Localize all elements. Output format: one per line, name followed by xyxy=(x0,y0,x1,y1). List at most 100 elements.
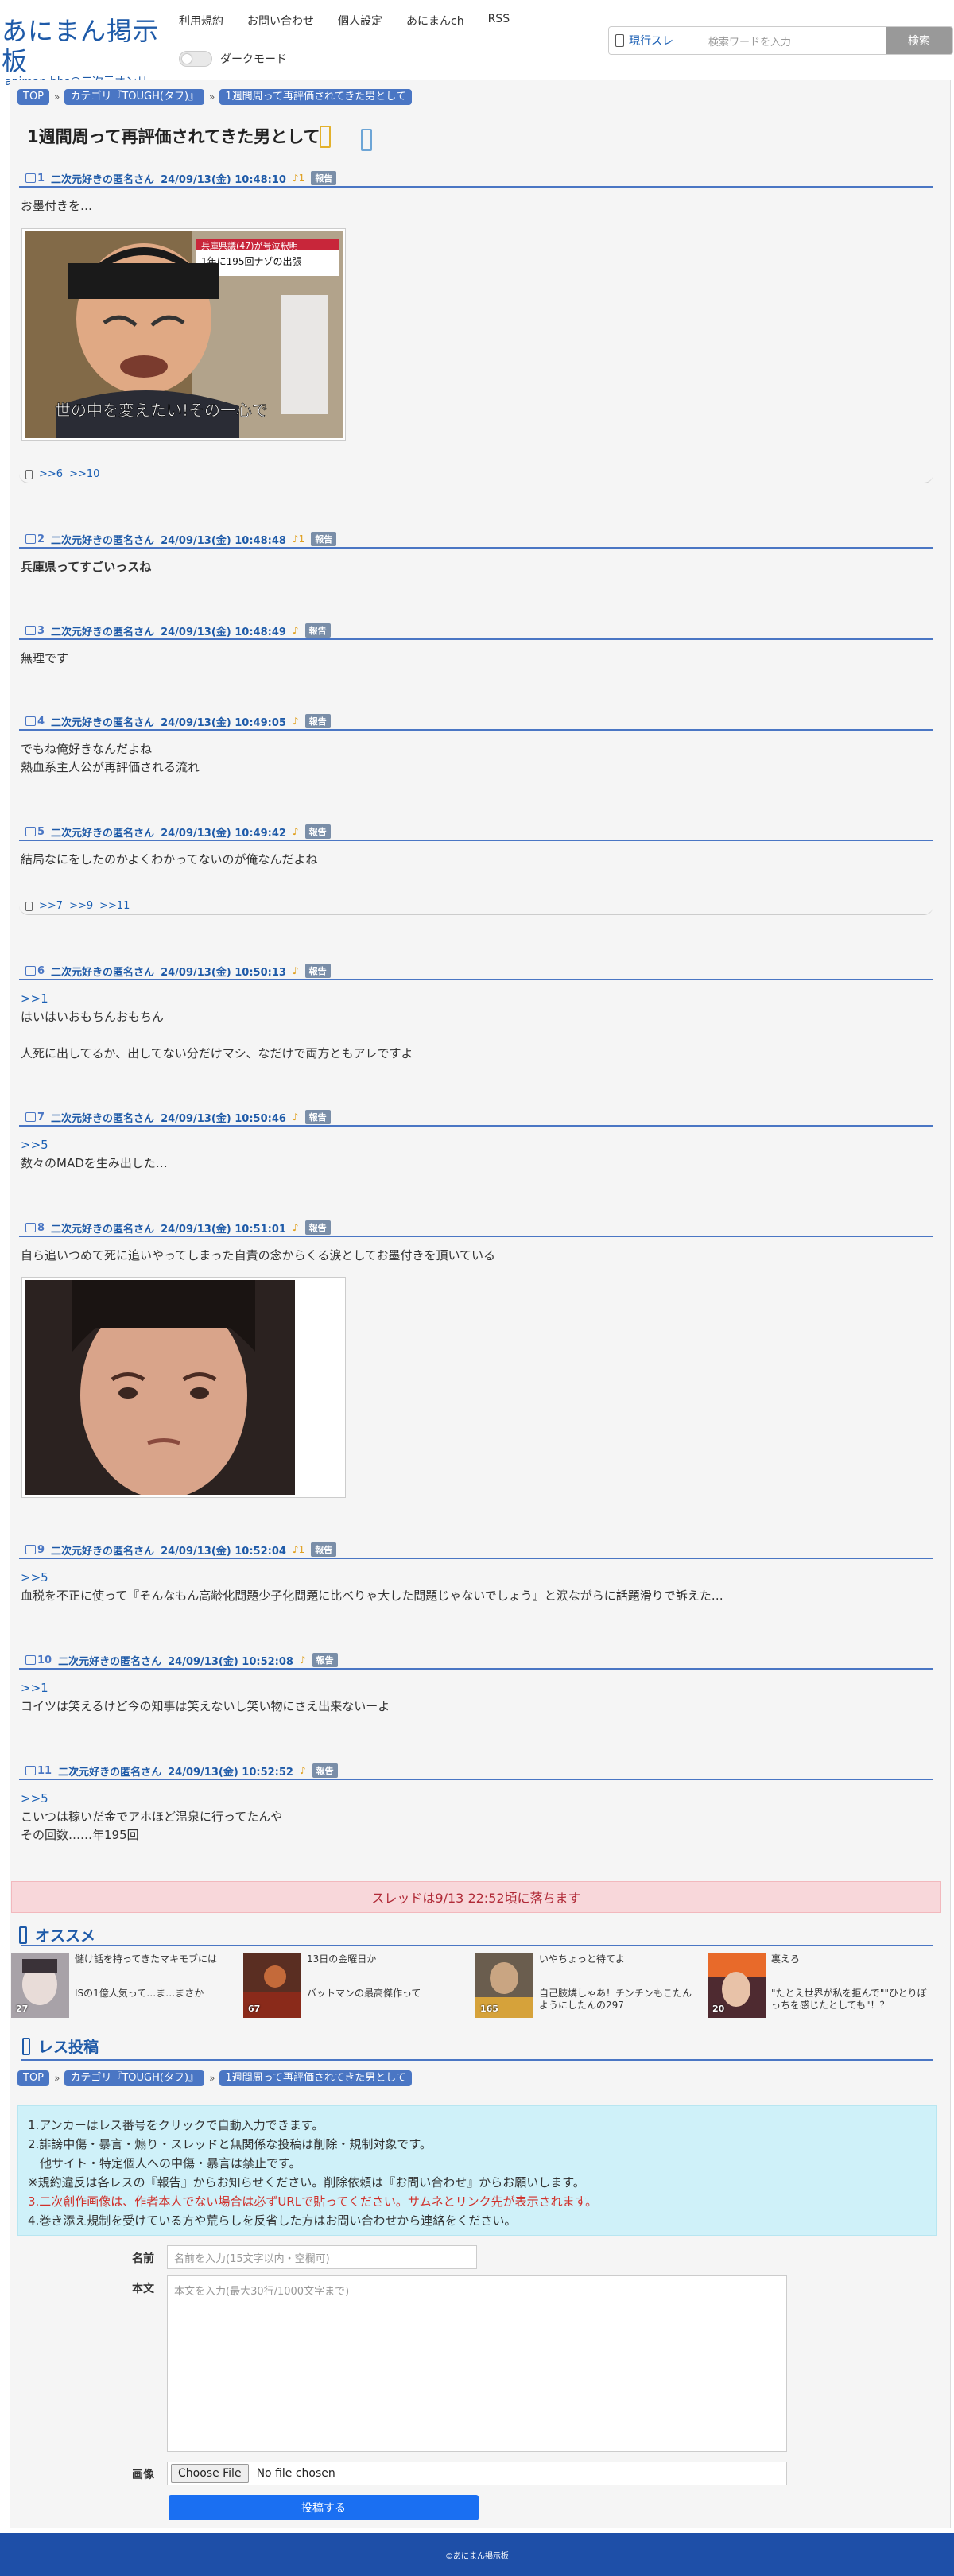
report-button[interactable]: 報告 xyxy=(304,824,331,839)
post-number[interactable]: 6 xyxy=(37,965,45,977)
recommended-title: オススメ xyxy=(35,1927,96,1945)
darkmode-switch[interactable]: ダークモード xyxy=(179,51,287,67)
good-count[interactable]: ♪ xyxy=(293,625,299,636)
report-button[interactable]: 報告 xyxy=(311,532,337,546)
post-number[interactable]: 7 xyxy=(37,1111,45,1123)
site-footer: ©あにまん掲示板 xyxy=(0,2533,954,2576)
nav-animanch[interactable]: あにまんch xyxy=(406,13,464,29)
report-button[interactable]: 報告 xyxy=(304,714,331,728)
recommended-title[interactable]: いやちょっと待てよ xyxy=(539,1953,698,1965)
post-10: 10 二次元好きの匿名さん 24/09/13(金) 10:52:08 ♪ 報告 … xyxy=(19,1652,933,1716)
recommended-title[interactable]: 13日の金曜日か xyxy=(307,1953,466,1965)
post-header: 6 二次元好きの匿名さん 24/09/13(金) 10:50:13 ♪ 報告 xyxy=(19,963,933,980)
search-input[interactable]: 検索ワードを入力 xyxy=(700,27,886,54)
post-number[interactable]: 1 xyxy=(37,173,45,184)
recommended-thumbnail[interactable]: 165 xyxy=(475,1953,533,2018)
report-button[interactable]: 報告 xyxy=(304,1220,331,1235)
report-button[interactable]: 報告 xyxy=(311,171,337,185)
recommended-desc[interactable]: 自己肢燐しゃあ！チンチンもこたんようにしたんの297 xyxy=(539,1988,698,2012)
anchor-link[interactable]: >>5 xyxy=(21,1569,933,1587)
site-header: あにまん掲示板 animan bbs@二次元オンリー 利用規約 お問い合わせ 個… xyxy=(0,0,954,87)
breadcrumb-top[interactable]: TOP xyxy=(17,2070,50,2086)
post-number[interactable]: 11 xyxy=(37,1765,52,1777)
post-1: 1 二次元好きの匿名さん 24/09/13(金) 10:48:10 ♪1 報告 … xyxy=(19,170,933,215)
report-button[interactable]: 報告 xyxy=(312,1653,338,1667)
reply-link[interactable]: >>7 xyxy=(39,900,63,912)
rule-line: 3.二次創作画像は、作者本人でない場合は必ずURLで貼ってください。サムネとリン… xyxy=(28,2194,598,2209)
recommended-item[interactable]: 67 13日の金曜日か バットマンの最高傑作って xyxy=(243,1953,470,2018)
recommended-thumbnail[interactable]: 67 xyxy=(243,1953,301,2018)
submit-button[interactable]: 投稿する xyxy=(169,2495,479,2520)
nav-contact[interactable]: お問い合わせ xyxy=(247,13,314,29)
recommended-thumbnail[interactable]: 20 xyxy=(708,1953,766,2018)
report-button[interactable]: 報告 xyxy=(304,1110,331,1124)
post-number[interactable]: 5 xyxy=(37,826,45,838)
post-text-line: コイツは笑えるけど今の知事は笑えないし笑い物にさえ出来ないーよ xyxy=(21,1699,390,1713)
recommended-item[interactable]: 165 いやちょっと待てよ 自己肢燐しゃあ！チンチンもこたんようにしたんの297 xyxy=(475,1953,702,2018)
recommended-title[interactable]: 裏えろ xyxy=(771,1953,930,1965)
choose-file-button[interactable]: Choose File xyxy=(171,2464,249,2483)
image-file-input[interactable]: Choose File No file chosen xyxy=(167,2462,787,2485)
name-input[interactable]: 名前を入力(15文字以内・空欄可) xyxy=(167,2245,477,2269)
anchor-link[interactable]: >>1 xyxy=(21,1679,933,1697)
nav-settings[interactable]: 個人設定 xyxy=(338,13,382,29)
post-number[interactable]: 9 xyxy=(37,1544,45,1556)
post-number[interactable]: 3 xyxy=(37,625,45,637)
breadcrumb-thread[interactable]: 1週間周って再評価されてきた男として xyxy=(219,2070,412,2086)
good-count[interactable]: ♪ xyxy=(293,716,299,727)
breadcrumb-top[interactable]: TOP xyxy=(17,89,50,105)
post-body: >>5 血税を不正に使って『そんなもん高齢化問題少子化問題に比べりゃ大した問題じ… xyxy=(19,1569,933,1605)
favorite-icon[interactable] xyxy=(320,126,331,148)
recommended-thumbnail[interactable]: 27 xyxy=(11,1953,69,2018)
reply-link[interactable]: >>6 xyxy=(39,468,63,480)
reply-link[interactable]: >>10 xyxy=(69,468,99,480)
good-count[interactable]: ♪1 xyxy=(293,173,304,184)
report-button[interactable]: 報告 xyxy=(312,1763,338,1778)
reply-link[interactable]: >>11 xyxy=(99,900,130,912)
search-button[interactable]: 検索 xyxy=(886,27,952,54)
reply-link[interactable]: >>9 xyxy=(69,900,93,912)
nav-rss[interactable]: RSS xyxy=(488,13,510,29)
post-image[interactable] xyxy=(21,1277,346,1499)
bookmark-icon[interactable] xyxy=(361,129,372,151)
site-logo[interactable]: あにまん掲示板 animan bbs@二次元オンリー xyxy=(2,16,172,87)
breadcrumb-thread[interactable]: 1週間周って再評価されてきた男として xyxy=(219,89,412,105)
post-number[interactable]: 4 xyxy=(37,716,45,727)
darkmode-toggle[interactable] xyxy=(179,51,212,67)
post-image[interactable]: 兵庫県議(47)が号泣釈明 1年に195回ナゾの出張 世の中を変えたい!その一心… xyxy=(21,228,346,441)
recommended-title[interactable]: 儲け話を持ってきたマキモブには xyxy=(75,1953,234,1965)
anchor-link[interactable]: >>5 xyxy=(21,1790,933,1808)
report-button[interactable]: 報告 xyxy=(304,964,331,978)
good-count[interactable]: ♪ xyxy=(300,1765,306,1776)
good-count[interactable]: ♪ xyxy=(293,1111,299,1123)
recommended-desc[interactable]: ISの1億人気って…ま…まさか xyxy=(75,1988,234,2000)
good-count[interactable]: ♪1 xyxy=(293,533,304,545)
breadcrumb-category[interactable]: カテゴリ『TOUGH(タフ)』 xyxy=(64,89,205,105)
good-count[interactable]: ♪ xyxy=(293,826,299,837)
recommended-item[interactable]: 20 裏えろ "たとえ世界が私を拒んで""ひとりぼっちを感じたとしても"！？ xyxy=(708,1953,934,2018)
good-count[interactable]: ♪ xyxy=(300,1655,306,1666)
anchor-link[interactable]: >>5 xyxy=(21,1136,933,1154)
nav-terms[interactable]: 利用規約 xyxy=(179,13,223,29)
good-count[interactable]: ♪1 xyxy=(293,1544,304,1555)
good-count[interactable]: ♪ xyxy=(293,965,299,976)
post-number[interactable]: 8 xyxy=(37,1222,45,1234)
recommended-item[interactable]: 27 儲け話を持ってきたマキモブには ISの1億人気って…ま…まさか xyxy=(11,1953,238,2018)
recommended-desc[interactable]: バットマンの最高傑作って xyxy=(307,1988,466,2000)
report-button[interactable]: 報告 xyxy=(304,623,331,638)
rule-line: ※規約違反は各レスの『報告』からお知らせください。削除依頼は『お問い合わせ』から… xyxy=(28,2175,585,2190)
post-number[interactable]: 2 xyxy=(37,533,45,545)
good-count[interactable]: ♪ xyxy=(293,1222,299,1233)
report-button[interactable]: 報告 xyxy=(311,1542,337,1557)
checkbox-icon[interactable] xyxy=(615,34,624,47)
body-textarea[interactable]: 本文を入力(最大30行/1000文字まで) xyxy=(167,2275,787,2452)
breadcrumb-category[interactable]: カテゴリ『TOUGH(タフ)』 xyxy=(64,2070,205,2086)
recommended-desc[interactable]: "たとえ世界が私を拒んで""ひとりぼっちを感じたとしても"！？ xyxy=(771,1988,930,2012)
post-header: 9 二次元好きの匿名さん 24/09/13(金) 10:52:04 ♪1 報告 xyxy=(19,1542,933,1559)
post-number[interactable]: 10 xyxy=(37,1655,52,1666)
breadcrumb: TOP » カテゴリ『TOUGH(タフ)』 » 1週間周って再評価されてきた男と… xyxy=(17,89,412,105)
logo-title[interactable]: あにまん掲示板 xyxy=(2,16,172,76)
search-scope-checkbox[interactable]: 現行スレ xyxy=(609,27,700,54)
post-text-line: 血税を不正に使って『そんなもん高齢化問題少子化問題に比べりゃ大した問題じゃないで… xyxy=(21,1589,723,1603)
anchor-link[interactable]: >>1 xyxy=(21,990,933,1008)
